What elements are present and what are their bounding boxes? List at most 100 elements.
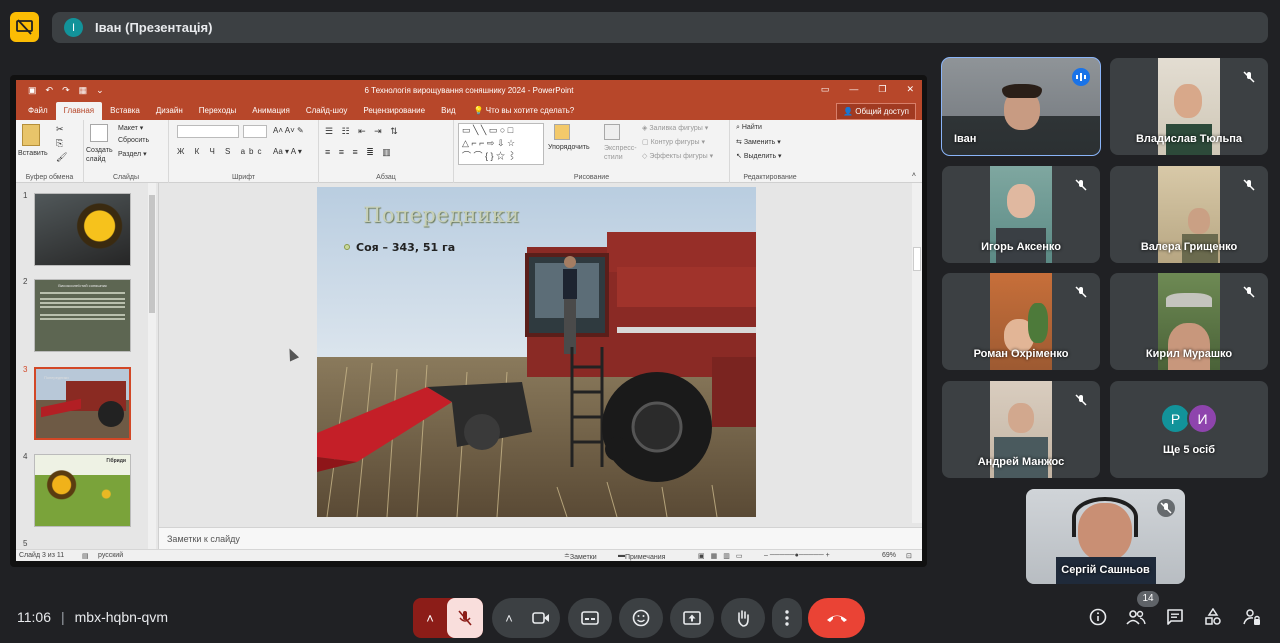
- presenter-avatar: І: [64, 18, 83, 37]
- slide-canvas: Попередники Соя – 343, 51 га: [159, 183, 912, 523]
- group-font: A˄ A˅ ✎ Ж К Ч S abc Aa ▾ A ▾ Шрифт: [169, 120, 319, 183]
- tab-design[interactable]: Дизайн: [148, 106, 191, 120]
- activities-button[interactable]: [1197, 601, 1229, 633]
- tab-review[interactable]: Рецензирование: [355, 106, 433, 120]
- shape-fill-button[interactable]: ◈ Заливка фигуры ▾: [642, 124, 708, 132]
- format-painter-icon[interactable]: 🖌: [56, 152, 67, 163]
- host-controls-button[interactable]: [1236, 601, 1268, 633]
- notes-toggle[interactable]: ≐ Заметки: [564, 552, 597, 561]
- end-call-button[interactable]: [808, 598, 865, 638]
- presentation-off-icon: [16, 18, 33, 35]
- spellcheck-icon[interactable]: ▤: [82, 552, 89, 560]
- meeting-code[interactable]: mbx-hqbn-qvm: [75, 609, 168, 625]
- mic-options-chevron-icon[interactable]: ˄: [413, 598, 447, 638]
- muted-mic-icon: [1072, 283, 1090, 301]
- group-editing: ⌕ Найти ⇆ Заменить ▾ ↖ Выделить ▾ Редакт…: [730, 120, 810, 183]
- replace-button[interactable]: ⇆ Заменить ▾: [736, 138, 781, 146]
- arrange-button[interactable]: [554, 124, 570, 142]
- layout-button[interactable]: Макет ▾: [118, 124, 143, 132]
- mic-toggle-button[interactable]: [447, 598, 483, 638]
- window-controls: ▭ — ❐ ✕: [821, 84, 914, 95]
- thumbnail-slide-3[interactable]: 3 Попередники: [16, 363, 159, 443]
- meeting-details-button[interactable]: [1082, 601, 1114, 633]
- participant-tile-roman[interactable]: Роман Охріменко: [942, 273, 1100, 370]
- font-name-field[interactable]: [177, 125, 239, 138]
- align-buttons[interactable]: ≡ ≡ ≡ ≣ ▥: [325, 147, 394, 158]
- captions-button[interactable]: [568, 598, 612, 638]
- hand-icon: [738, 610, 749, 627]
- participant-tile-igor[interactable]: Игорь Аксенко: [942, 166, 1100, 263]
- thumbnail-slide-4[interactable]: 4 Гібриди: [16, 450, 159, 530]
- slides-group-label: Слайды: [112, 174, 140, 181]
- tab-transitions[interactable]: Переходы: [191, 106, 245, 120]
- self-view-tile[interactable]: Сергій Сашньов: [1026, 489, 1185, 584]
- zoom-slider[interactable]: – ─────●───── +: [764, 552, 830, 559]
- hang-up-icon: [826, 615, 847, 622]
- thumbnails-scrollbar[interactable]: [148, 183, 156, 549]
- tab-view[interactable]: Вид: [433, 106, 463, 120]
- tab-animations[interactable]: Анимация: [244, 106, 298, 120]
- paste-button[interactable]: [22, 124, 40, 148]
- collapse-ribbon-icon[interactable]: ˄: [912, 172, 916, 179]
- tell-me-box[interactable]: 💡 Что вы хотите сделать?: [464, 106, 583, 120]
- chat-button[interactable]: [1159, 601, 1191, 633]
- font-style-buttons[interactable]: Ж К Ч S abc: [177, 147, 266, 156]
- slide-vertical-scrollbar[interactable]: [912, 183, 922, 523]
- shapes-gallery[interactable]: ▭ ╲ ╲ ▭ ○ □ △ ⌐ ⌐ ⇨ ⇩ ☆ ⌒ ⌒ { } ☆ ⌇: [458, 123, 544, 165]
- camera-options-chevron-icon[interactable]: ˄: [494, 611, 524, 626]
- thumbnail-slide-1[interactable]: 1: [16, 189, 159, 269]
- mouse-cursor-icon: [284, 346, 300, 362]
- more-participants-tile[interactable]: Р И Ще 5 осіб: [1110, 381, 1268, 478]
- tab-slideshow[interactable]: Слайд-шоу: [298, 106, 355, 120]
- close-icon[interactable]: ✕: [906, 84, 914, 95]
- participant-tile-valera[interactable]: Валера Грищенко: [1110, 166, 1268, 263]
- zoom-level[interactable]: 69%: [882, 552, 896, 559]
- view-buttons[interactable]: ▣▦▥▭: [698, 552, 748, 560]
- share-button[interactable]: 👤 Общий доступ: [836, 103, 916, 120]
- more-options-button[interactable]: [772, 598, 802, 638]
- find-button[interactable]: ⌕ Найти: [736, 124, 762, 132]
- meeting-time: 11:06: [17, 609, 51, 625]
- new-slide-button[interactable]: [90, 124, 108, 144]
- reset-button[interactable]: Сбросить: [118, 137, 149, 144]
- scrollbar-thumb[interactable]: [913, 247, 921, 271]
- scrollbar-thumb[interactable]: [149, 195, 155, 313]
- tab-home[interactable]: Главная: [55, 102, 103, 120]
- tab-insert[interactable]: Вставка: [102, 106, 148, 120]
- thumbnail-slide-2[interactable]: 2 Високоолеїстий соняшник: [16, 275, 159, 355]
- participant-tile-andrey[interactable]: Андрей Манжос: [942, 381, 1100, 478]
- section-button[interactable]: Раздел ▾: [118, 150, 147, 158]
- participant-tile-ivan[interactable]: Іван: [941, 57, 1101, 156]
- copy-icon[interactable]: ⎘: [56, 138, 63, 149]
- notes-pane[interactable]: Заметки к слайду: [159, 527, 922, 549]
- language-indicator[interactable]: русский: [98, 552, 123, 559]
- list-buttons[interactable]: ☰ ☷ ⇤ ⇥ ⇅: [325, 126, 401, 137]
- quick-styles-button[interactable]: [604, 124, 620, 142]
- present-button[interactable]: [670, 598, 714, 638]
- current-slide[interactable]: Попередники Соя – 343, 51 га: [317, 187, 756, 517]
- headphones: [1072, 497, 1138, 537]
- font-grow-shrink[interactable]: A˄ A˅ ✎: [273, 126, 304, 135]
- raise-hand-button[interactable]: [721, 598, 765, 638]
- presentation-banner[interactable]: І Іван (Презентація): [52, 12, 1268, 43]
- font-size-field[interactable]: [243, 125, 267, 138]
- participant-tile-kyryl[interactable]: Кирил Мурашко: [1110, 273, 1268, 370]
- fit-slide-icon[interactable]: ⊡: [906, 552, 912, 560]
- ribbon-options-icon[interactable]: ▭: [821, 84, 830, 95]
- ppt-ribbon-tabs: Файл Главная Вставка Дизайн Переходы Ани…: [16, 101, 922, 120]
- lock-person-icon: [1243, 609, 1260, 625]
- shape-outline-button[interactable]: ▢ Контур фигуры ▾: [642, 138, 705, 146]
- select-button[interactable]: ↖ Выделить ▾: [736, 152, 782, 160]
- restore-icon[interactable]: ❐: [878, 84, 886, 95]
- cut-icon[interactable]: ✂: [56, 124, 64, 135]
- font-color-buttons[interactable]: Aa ▾ A ▾: [273, 147, 302, 156]
- minimize-icon[interactable]: —: [849, 84, 858, 95]
- thumbnail-slide-5[interactable]: 5: [16, 537, 159, 549]
- participant-tile-vladyslav[interactable]: Владислав Тюльпа: [1110, 58, 1268, 155]
- shape-effects-button[interactable]: ◇ Эффекты фигуры ▾: [642, 152, 713, 160]
- reactions-button[interactable]: [619, 598, 663, 638]
- tab-file[interactable]: Файл: [20, 106, 56, 120]
- comments-toggle[interactable]: ▬ Примечания: [618, 552, 665, 561]
- camera-toggle-button[interactable]: [524, 612, 558, 624]
- present-screen-icon: [683, 611, 701, 625]
